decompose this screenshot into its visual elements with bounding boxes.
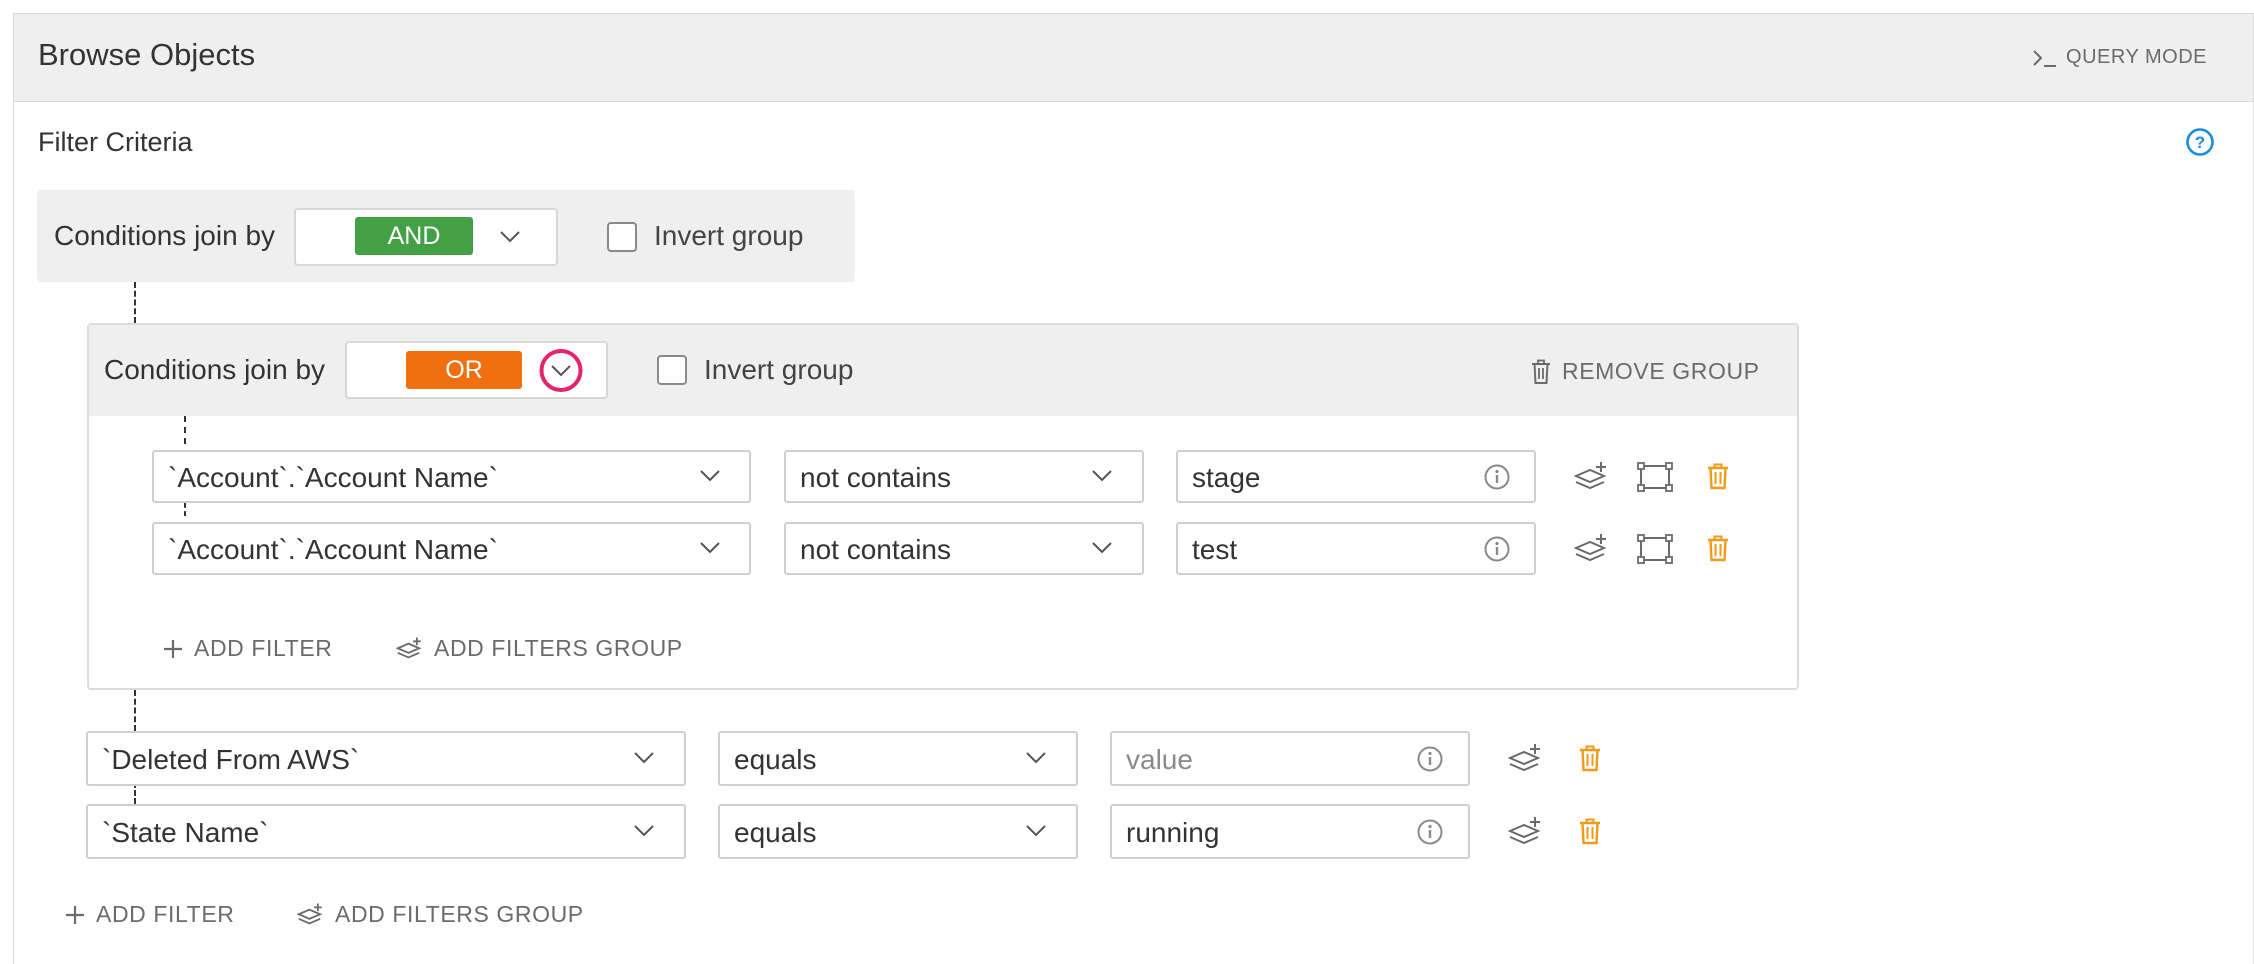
add-layers-icon[interactable] bbox=[1508, 742, 1544, 776]
page-title: Browse Objects bbox=[38, 37, 256, 72]
operator-value: not contains bbox=[800, 534, 951, 565]
add-layers-icon[interactable] bbox=[1574, 460, 1610, 494]
tree-connector bbox=[184, 503, 186, 516]
value-text: running bbox=[1126, 817, 1220, 848]
chevron-down-icon[interactable] bbox=[1025, 824, 1047, 838]
group-select-icon[interactable] bbox=[1637, 532, 1675, 566]
chevron-down-icon[interactable] bbox=[1025, 751, 1047, 765]
chevron-down-icon[interactable] bbox=[633, 751, 655, 765]
tree-connector bbox=[134, 690, 136, 731]
add-layers-icon[interactable] bbox=[1574, 532, 1610, 566]
chevron-down-icon[interactable] bbox=[537, 348, 585, 393]
terminal-icon bbox=[2033, 49, 2057, 67]
panel-header bbox=[14, 14, 2253, 102]
chevron-down-icon[interactable] bbox=[699, 541, 721, 555]
sub-invert-label: Invert group bbox=[704, 354, 854, 385]
tree-connector bbox=[134, 282, 136, 323]
filter-criteria-label: Filter Criteria bbox=[38, 127, 193, 157]
value-text: test bbox=[1192, 534, 1238, 565]
add-filters-group-button[interactable]: ADD FILTERS GROUP bbox=[396, 635, 683, 662]
sub-invert-checkbox[interactable] bbox=[657, 355, 687, 385]
plus-icon bbox=[66, 905, 84, 924]
info-icon[interactable] bbox=[1416, 818, 1444, 846]
field-select-value: `Account`.`Account Name` bbox=[168, 462, 498, 493]
plus-icon bbox=[164, 639, 182, 658]
chevron-down-icon[interactable] bbox=[1091, 469, 1113, 483]
trash-icon[interactable] bbox=[1707, 535, 1729, 562]
trash-icon bbox=[1532, 359, 1550, 384]
add-layers-icon bbox=[297, 903, 323, 924]
top-join-label: Conditions join by bbox=[54, 220, 276, 251]
query-mode-label: QUERY MODE bbox=[2066, 46, 2207, 68]
sub-join-label: Conditions join by bbox=[104, 354, 326, 385]
trash-icon[interactable] bbox=[1707, 463, 1729, 490]
field-select-value: `Account`.`Account Name` bbox=[168, 534, 498, 565]
field-select-value: `State Name` bbox=[102, 817, 269, 848]
trash-icon[interactable] bbox=[1579, 745, 1601, 772]
join-or-pill: OR bbox=[406, 351, 522, 389]
add-filter-label: ADD FILTER bbox=[96, 901, 235, 927]
operator-value: equals bbox=[734, 744, 817, 775]
group-select-icon[interactable] bbox=[1637, 460, 1675, 494]
add-filters-group-label: ADD FILTERS GROUP bbox=[434, 635, 683, 661]
operator-value: equals bbox=[734, 817, 817, 848]
add-filter-button[interactable]: ADD FILTER bbox=[64, 901, 234, 928]
query-mode-button[interactable]: QUERY MODE bbox=[2032, 46, 2207, 69]
remove-group-button[interactable]: REMOVE GROUP bbox=[1530, 358, 1760, 385]
chevron-down-icon[interactable] bbox=[499, 230, 521, 244]
add-filter-label: ADD FILTER bbox=[194, 635, 333, 661]
info-icon[interactable] bbox=[1416, 745, 1444, 773]
trash-icon[interactable] bbox=[1579, 818, 1601, 845]
help-icon[interactable]: ? bbox=[2185, 127, 2215, 157]
chevron-down-icon[interactable] bbox=[699, 469, 721, 483]
add-layers-icon[interactable] bbox=[1508, 815, 1544, 849]
add-filters-group-label: ADD FILTERS GROUP bbox=[335, 901, 584, 927]
chevron-down-icon[interactable] bbox=[1091, 541, 1113, 555]
value-placeholder: value bbox=[1126, 744, 1193, 775]
info-icon[interactable] bbox=[1483, 535, 1511, 563]
top-invert-label: Invert group bbox=[654, 220, 804, 251]
value-text: stage bbox=[1192, 462, 1261, 493]
tree-connector bbox=[184, 416, 186, 444]
join-and-pill: AND bbox=[355, 217, 473, 255]
add-filter-button[interactable]: ADD FILTER bbox=[162, 635, 332, 662]
remove-group-label: REMOVE GROUP bbox=[1562, 358, 1760, 384]
info-icon[interactable] bbox=[1483, 463, 1511, 491]
add-layers-icon bbox=[396, 637, 422, 658]
chevron-down-icon[interactable] bbox=[633, 824, 655, 838]
field-select-value: `Deleted From AWS` bbox=[102, 744, 360, 775]
add-filters-group-button[interactable]: ADD FILTERS GROUP bbox=[297, 901, 584, 928]
svg-text:?: ? bbox=[2195, 133, 2205, 152]
operator-value: not contains bbox=[800, 462, 951, 493]
top-invert-checkbox[interactable] bbox=[607, 222, 637, 252]
